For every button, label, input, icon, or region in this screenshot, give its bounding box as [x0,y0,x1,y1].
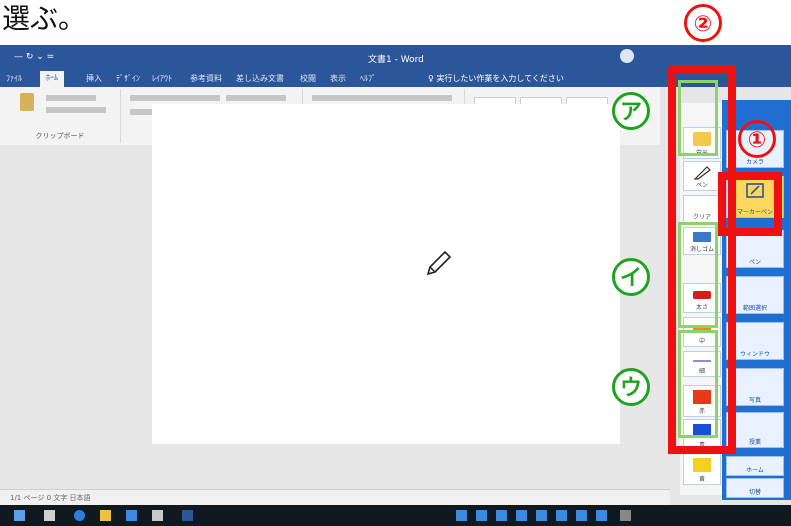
tab-layout[interactable]: ﾚｲｱｳﾄ [152,73,172,84]
callout-a: ア [612,92,650,130]
folder-icon[interactable] [100,510,111,521]
tab-insert[interactable]: 挿入 [86,73,102,84]
document-title: 文書1 - Word [368,55,424,65]
sidebar-item-switch[interactable]: 切替 [726,478,784,498]
callout-2: ② [684,4,722,42]
status-bar: 1/1 ページ 0 文字 日本語 [0,489,670,505]
ribbon-group-clipboard: クリップボード [0,89,121,143]
mail-icon[interactable] [152,510,163,521]
tab-view[interactable]: 表示 [330,73,346,84]
tray-app-icon[interactable] [496,510,507,521]
instruction-heading: 選ぶ。 [2,2,87,35]
windows-taskbar [0,505,791,526]
tab-file[interactable]: ﾌｧｲﾙ [6,73,22,84]
word-icon[interactable] [182,510,193,521]
tab-design[interactable]: ﾃﾞｻﾞｲﾝ [116,73,140,84]
group-box-widths [678,222,718,328]
callout-i: イ [612,258,650,296]
callout-1: ① [738,120,776,158]
pen-color-yellow[interactable]: 黄 [683,453,721,485]
user-avatar[interactable] [620,49,634,63]
paste-icon[interactable] [20,93,34,111]
yellow-swatch [693,458,711,472]
tray-app-icon[interactable] [536,510,547,521]
pencil-cursor-icon [426,250,452,276]
browser-icon[interactable] [74,510,85,521]
highlight-box-marker-pen [718,172,782,236]
tab-home[interactable]: ﾎｰﾑ [40,71,64,87]
store-icon[interactable] [126,510,137,521]
tray-app-icon[interactable] [516,510,527,521]
group-box-colors [678,330,718,438]
document-page[interactable] [152,104,620,444]
callout-u: ウ [612,368,650,406]
ribbon-group-label: クリップボード [35,132,85,140]
tray-app-icon[interactable] [476,510,487,521]
group-box-tools [678,80,718,156]
status-text: 1/1 ページ 0 文字 日本語 [10,494,91,502]
tab-mailings[interactable]: 差し込み文書 [236,73,284,84]
tab-references[interactable]: 参考資料 [190,73,222,84]
sidebar-item-home[interactable]: ホーム [726,456,784,476]
tray-app-icon[interactable] [556,510,567,521]
quick-access-toolbar[interactable]: — ↻ ⌄ = [14,52,54,62]
start-icon[interactable] [14,510,25,521]
tray-app-icon[interactable] [620,510,631,521]
tray-app-icon[interactable] [596,510,607,521]
tray-app-icon[interactable] [456,510,467,521]
tab-review[interactable]: 校閲 [300,73,316,84]
tray-app-icon[interactable] [576,510,587,521]
search-icon[interactable] [44,510,55,521]
tell-me-search[interactable]: ♀ 実行したい作業を入力してください [428,73,564,84]
tab-help[interactable]: ﾍﾙﾌﾟ [360,73,376,84]
